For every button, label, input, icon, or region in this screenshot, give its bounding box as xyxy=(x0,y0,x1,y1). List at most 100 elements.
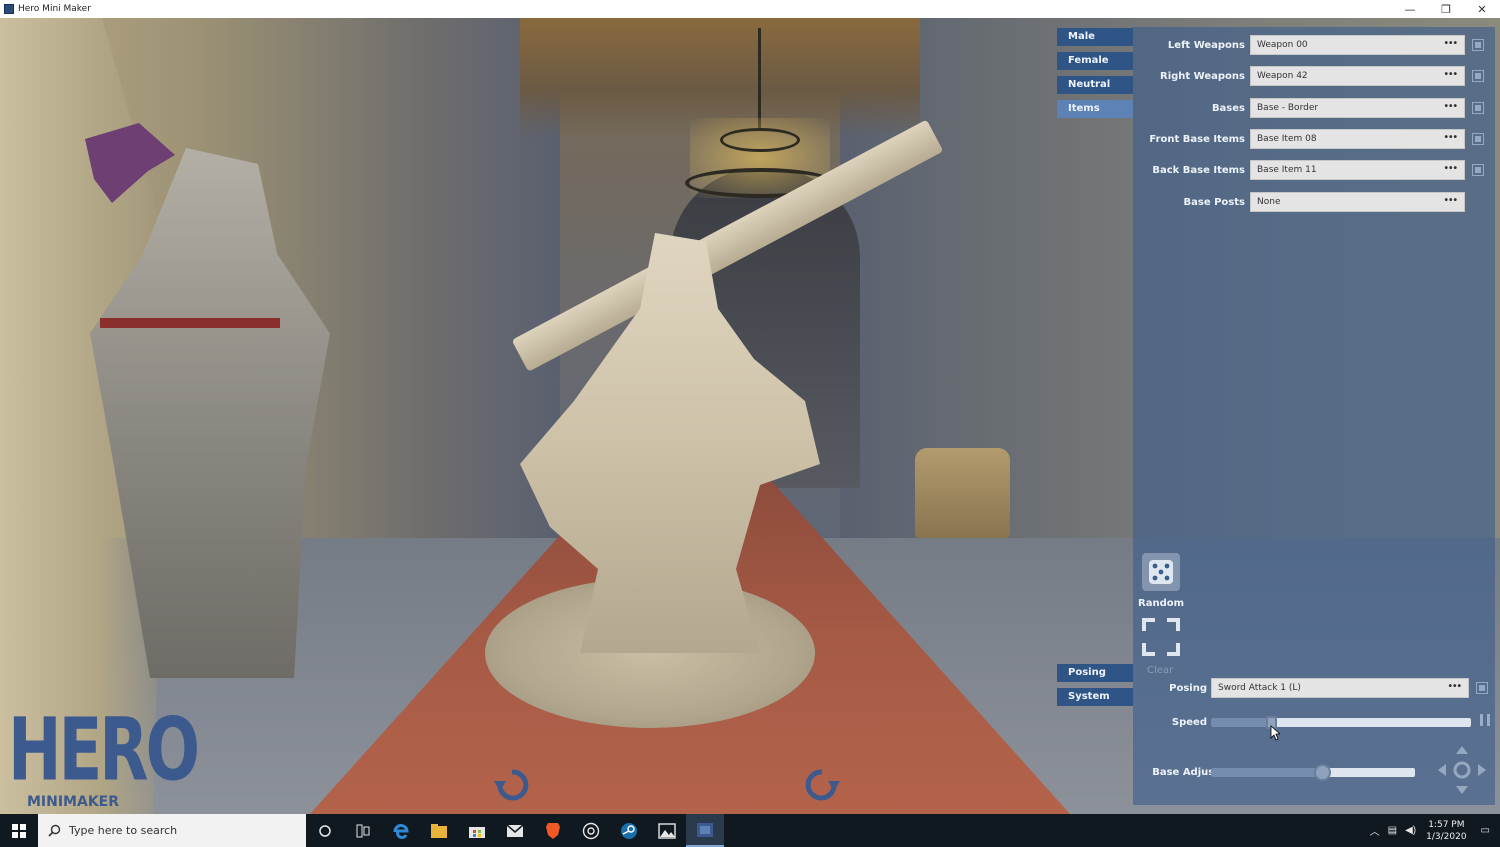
hero-mini-maker-icon xyxy=(697,822,713,837)
base-adjust-row: Base Adjust xyxy=(1133,762,1415,782)
field-row-back-base-items: Back Base Items Base Item 11 ••• xyxy=(1133,160,1484,180)
posing-row: Posing Sword Attack 1 (L) ••• xyxy=(1133,678,1488,698)
photos-icon xyxy=(658,822,676,839)
clock[interactable]: 1:57 PM 1/3/2020 xyxy=(1426,819,1466,843)
speed-label: Speed xyxy=(1171,716,1207,728)
speed-row: Speed xyxy=(1133,712,1471,732)
posing-select[interactable]: Sword Attack 1 (L) ••• xyxy=(1211,678,1469,698)
rotate-left-button[interactable] xyxy=(492,765,532,805)
hero-mini-maker-taskbar-button[interactable] xyxy=(686,814,724,847)
more-options-icon[interactable]: ••• xyxy=(1444,195,1458,206)
back-base-items-select[interactable]: Base Item 11 ••• xyxy=(1250,160,1465,180)
taskbar-search-input[interactable]: Type here to search xyxy=(38,814,306,847)
lock-icon[interactable] xyxy=(1472,102,1484,114)
rotate-right-button[interactable] xyxy=(802,765,842,805)
window-title: Hero Mini Maker xyxy=(18,4,91,14)
field-label: Base Posts xyxy=(1183,196,1245,208)
category-tabs: Male Female Neutral Items xyxy=(1057,28,1133,124)
rotate-right-icon xyxy=(805,769,840,801)
rotate-left-icon xyxy=(494,769,529,801)
base-posts-select[interactable]: None ••• xyxy=(1250,192,1465,212)
posing-label: Posing xyxy=(1169,682,1207,694)
maximize-button[interactable]: ❐ xyxy=(1428,0,1464,18)
dice-icon xyxy=(1149,560,1173,584)
more-options-icon[interactable]: ••• xyxy=(1444,38,1458,49)
cortana-button[interactable] xyxy=(306,814,344,847)
tab-female[interactable]: Female xyxy=(1057,52,1133,70)
volume-icon[interactable]: ◀) xyxy=(1405,825,1416,836)
clear-button[interactable] xyxy=(1140,616,1182,658)
title-bar: Hero Mini Maker — ❐ ✕ xyxy=(0,0,1500,18)
knight-belt xyxy=(100,318,280,328)
speed-slider[interactable] xyxy=(1211,715,1471,729)
chrome-icon xyxy=(582,822,600,839)
field-label: Front Base Items xyxy=(1149,133,1245,145)
bases-select[interactable]: Base - Border ••• xyxy=(1250,98,1465,118)
task-view-icon xyxy=(356,824,370,837)
edge-icon xyxy=(393,823,409,839)
tab-system[interactable]: System xyxy=(1057,688,1133,706)
taskbar: Type here to search ︿ ▤ ◀) 1:57 PM 1/3/2… xyxy=(0,814,1500,847)
lock-icon[interactable] xyxy=(1472,70,1484,82)
field-row-left-weapons: Left Weapons Weapon 00 ••• xyxy=(1133,35,1484,55)
minimize-button[interactable]: — xyxy=(1392,0,1428,18)
field-label: Bases xyxy=(1211,102,1245,114)
more-options-icon[interactable]: ••• xyxy=(1444,132,1458,143)
clock-time: 1:57 PM xyxy=(1428,819,1465,830)
left-weapons-select[interactable]: Weapon 00 ••• xyxy=(1250,35,1465,55)
tab-posing[interactable]: Posing xyxy=(1057,664,1133,682)
base-adjust-slider[interactable] xyxy=(1211,763,1415,781)
mail-button[interactable] xyxy=(496,814,534,847)
clear-frame-icon xyxy=(1142,618,1180,656)
brave-button[interactable] xyxy=(534,814,572,847)
photos-button[interactable] xyxy=(648,814,686,847)
more-options-icon[interactable]: ••• xyxy=(1444,163,1458,174)
more-options-icon[interactable]: ••• xyxy=(1444,101,1458,112)
windows-start-icon xyxy=(12,823,26,838)
field-row-base-posts: Base Posts None ••• xyxy=(1133,192,1465,212)
lock-icon[interactable] xyxy=(1476,682,1488,694)
field-label: Right Weapons xyxy=(1160,70,1245,82)
field-row-front-base-items: Front Base Items Base Item 08 ••• xyxy=(1133,129,1484,149)
right-weapons-select[interactable]: Weapon 42 ••• xyxy=(1250,66,1465,86)
search-icon xyxy=(48,824,61,837)
brave-icon xyxy=(546,822,560,839)
tab-neutral[interactable]: Neutral xyxy=(1057,76,1133,94)
lock-icon[interactable] xyxy=(1472,133,1484,145)
file-explorer-button[interactable] xyxy=(420,814,458,847)
steam-button[interactable] xyxy=(610,814,648,847)
steam-icon xyxy=(621,822,637,839)
edge-button[interactable] xyxy=(382,814,420,847)
field-label: Left Weapons xyxy=(1167,39,1245,51)
field-row-bases: Bases Base - Border ••• xyxy=(1133,98,1484,118)
close-button[interactable]: ✕ xyxy=(1464,0,1500,18)
scene-treasure-chest xyxy=(915,448,1010,538)
tab-items[interactable]: Items xyxy=(1057,100,1133,118)
random-button[interactable] xyxy=(1142,553,1180,591)
store-button[interactable] xyxy=(458,814,496,847)
mouse-cursor-icon xyxy=(1270,725,1280,741)
clock-date: 1/3/2020 xyxy=(1426,831,1467,842)
more-options-icon[interactable]: ••• xyxy=(1444,69,1458,80)
clear-label: Clear xyxy=(1147,665,1174,676)
dpad-icon[interactable] xyxy=(1436,744,1488,796)
lock-icon[interactable] xyxy=(1472,164,1484,176)
chrome-button[interactable] xyxy=(572,814,610,847)
more-options-icon[interactable]: ••• xyxy=(1448,681,1462,692)
notification-icon[interactable]: ▭ xyxy=(1481,825,1490,836)
base-adjust-slider-handle[interactable] xyxy=(1314,763,1331,781)
cortana-icon xyxy=(319,824,331,837)
field-label: Back Base Items xyxy=(1152,164,1245,176)
app-icon xyxy=(4,4,14,14)
task-view-button[interactable] xyxy=(344,814,382,847)
bottom-tabs: Posing System xyxy=(1057,664,1133,712)
random-label: Random xyxy=(1138,598,1185,609)
pause-icon[interactable] xyxy=(1480,714,1490,726)
front-base-items-select[interactable]: Base Item 08 ••• xyxy=(1250,129,1465,149)
network-icon[interactable]: ▤ xyxy=(1388,825,1397,836)
store-icon xyxy=(469,826,485,838)
tab-male[interactable]: Male xyxy=(1057,28,1133,46)
lock-icon[interactable] xyxy=(1472,39,1484,51)
chevron-up-icon[interactable]: ︿ xyxy=(1370,823,1380,838)
start-button[interactable] xyxy=(0,814,38,847)
